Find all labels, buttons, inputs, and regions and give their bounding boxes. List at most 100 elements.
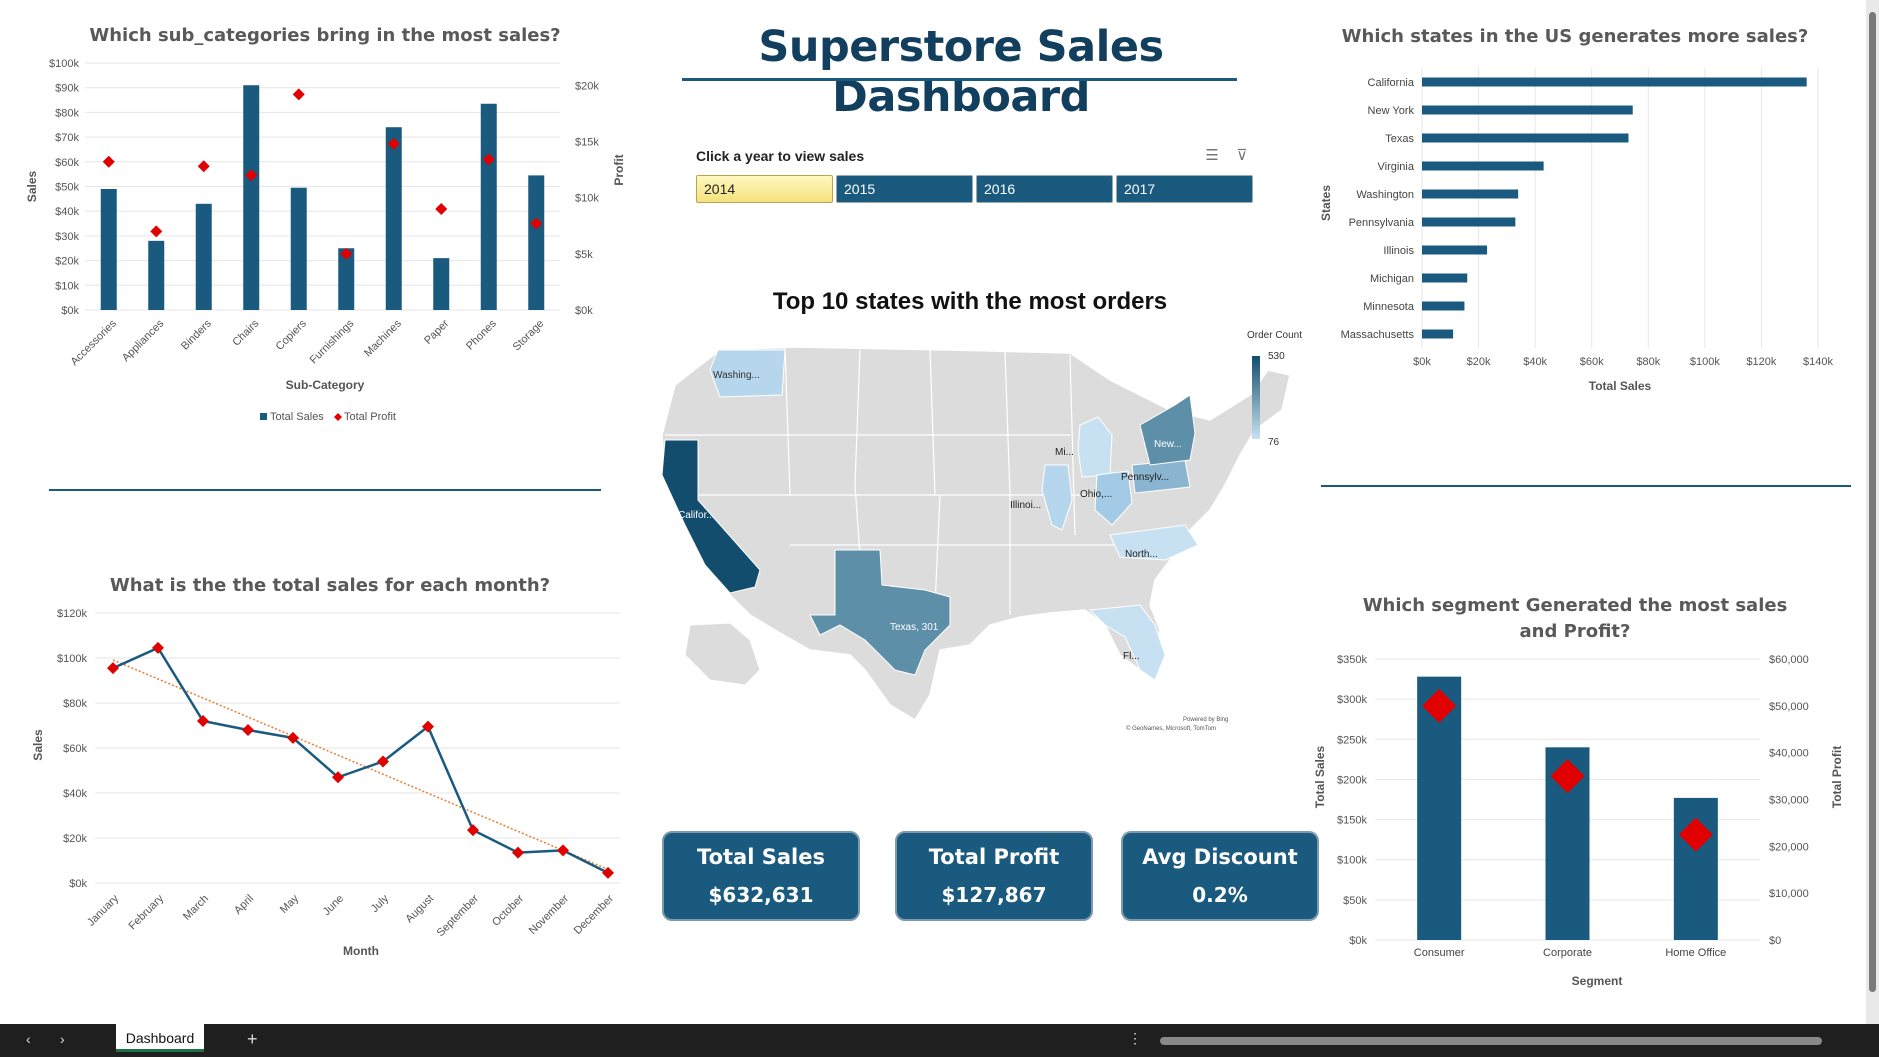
y2-tick-label: $5k: [575, 249, 593, 261]
x-tick-label: Home Office: [1665, 947, 1726, 959]
month-marker-december: [602, 866, 614, 879]
y-tick-label: Minnesota: [1363, 301, 1415, 313]
x-tick-label: Binders: [179, 317, 214, 352]
slicer-year-2016[interactable]: 2016: [976, 175, 1113, 203]
profit-marker-copiers: [292, 88, 305, 101]
x-tick-label: Storage: [511, 318, 547, 354]
map-label-california: Califor...: [678, 510, 715, 521]
bar-binders: [195, 203, 212, 310]
monthly-chart[interactable]: $0k $20k $40k $60k $80k $100k $120k January Febr…: [20, 600, 640, 965]
subcategory-chart[interactable]: $0k $10k $20k $30k $40k $50k $60k $70k $80k $90k $…: [20, 50, 650, 435]
map-legend-gradient: [1252, 356, 1260, 439]
dashboard-title: Superstore Sales Dashboard: [758, 22, 1164, 122]
kpi-avg-discount: Avg Discount 0.2%: [1121, 831, 1319, 921]
x-tick-label: Paper: [422, 317, 451, 346]
bar-phones: [480, 103, 497, 310]
states-sales-chart[interactable]: $0k $20k $40k $60k $80k $100k $120k $140k Califo…: [1318, 60, 1858, 400]
x-tick-label: $120k: [1746, 356, 1776, 368]
y-tick-label: $20k: [55, 256, 79, 268]
vertical-scrollbar[interactable]: [1866, 0, 1879, 1024]
x-tick-label: Copiers: [274, 317, 310, 353]
segment-chart[interactable]: $0k $50k $100k $150k $200k $250k $300k $350k $0 $…: [1300, 645, 1865, 995]
y2-tick-label: $0k: [575, 305, 593, 317]
x-tick-label: Consumer: [1414, 947, 1465, 959]
x-tick-label: February: [127, 892, 167, 932]
bar-virginia: [1422, 161, 1544, 171]
x-tick-label: Appliances: [120, 317, 167, 364]
y-tick-label: $40k: [63, 788, 87, 800]
kpi-discount-value: 0.2%: [1192, 883, 1248, 907]
multi-select-icon[interactable]: ☰: [1202, 146, 1222, 166]
y-tick-label: $100k: [57, 653, 87, 665]
sheet-tab-dashboard[interactable]: Dashboard: [116, 1024, 204, 1052]
kpi-discount-title: Avg Discount: [1142, 845, 1298, 869]
y-tick-label: $80k: [63, 698, 87, 710]
map-label-north-carolina: North...: [1125, 549, 1158, 560]
map-credit-geonames: © GeoNames, Microsoft, TomTom: [1126, 725, 1216, 732]
month-marker-april: [242, 724, 254, 736]
y-tick-label: $200k: [1337, 774, 1367, 786]
map-label-florida: Fl...: [1123, 651, 1140, 662]
left-divider: [49, 489, 601, 491]
y-tick-label: Massachusetts: [1341, 329, 1415, 341]
x-tick-label: August: [403, 893, 436, 926]
y-axis-label: Sales: [31, 729, 45, 761]
y-tick-label: Washington: [1356, 189, 1414, 201]
legend-profit-label: Total Profit: [344, 411, 396, 423]
sales-line: [112, 646, 609, 874]
next-sheet-icon[interactable]: ›: [60, 1031, 65, 1047]
legend-sales-label: Total Sales: [270, 411, 324, 423]
month-marker-october: [512, 846, 524, 859]
y-tick-label: $80k: [55, 107, 79, 119]
y-tick-label: $50k: [1343, 895, 1367, 907]
map-label-pennsylvania: Pennsylv...: [1121, 472, 1169, 483]
add-sheet-icon[interactable]: +: [247, 1029, 258, 1050]
map-legend-title: Order Count: [1247, 330, 1302, 341]
x-tick-label: October: [490, 892, 526, 928]
subcategory-chart-title: Which sub_categories bring in the most s…: [89, 25, 561, 46]
clear-filter-icon[interactable]: ⊽: [1232, 146, 1252, 166]
y2-tick-label: $0: [1769, 935, 1781, 947]
slicer-year-2014[interactable]: 2014: [696, 175, 833, 203]
segment-chart-title: Which segment Generated the most sales a…: [1362, 595, 1788, 642]
bar-appliances: [148, 240, 165, 310]
slicer-year-2015[interactable]: 2015: [836, 175, 973, 203]
x-tick-label: $40k: [1523, 356, 1547, 368]
bar-texas: [1422, 133, 1629, 143]
x-tick-label: $140k: [1803, 356, 1833, 368]
bar-washington: [1422, 189, 1519, 199]
slicer-year-2017[interactable]: 2017: [1116, 175, 1253, 203]
x-tick-label: June: [321, 893, 346, 918]
map-label-michigan: Mi...: [1055, 447, 1074, 458]
y-tick-label: New York: [1368, 105, 1415, 117]
x-tick-label: November: [527, 892, 572, 937]
us-states-map[interactable]: Washing... Califor... Texas, 301 New... …: [650, 325, 1310, 745]
x-axis-label: Sub-Category: [286, 378, 365, 392]
month-marker-february: [152, 641, 164, 654]
y-tick-label: $90k: [55, 83, 79, 95]
bar-california: [1422, 77, 1807, 87]
y-tick-label: $60k: [63, 743, 87, 755]
prev-sheet-icon[interactable]: ‹: [26, 1031, 31, 1047]
y2-tick-label: $50,000: [1769, 701, 1809, 713]
x-tick-label: $100k: [1690, 356, 1720, 368]
x-axis-label: Total Sales: [1589, 379, 1652, 393]
x-tick-label: April: [232, 893, 256, 917]
dashboard-sheet: Which sub_categories bring in the most s…: [0, 0, 1866, 1024]
vertical-scroll-thumb[interactable]: [1869, 12, 1876, 992]
kpi-total-sales: Total Sales $632,631: [662, 831, 860, 921]
x-tick-label: Chairs: [230, 317, 261, 348]
y-tick-label: Pennsylvania: [1349, 217, 1415, 229]
alaska-shape: [684, 622, 761, 686]
x-tick-label: July: [369, 892, 392, 915]
map-label-ohio: Ohio,...: [1080, 489, 1112, 500]
bar-massachusetts: [1422, 329, 1454, 339]
map-legend-min: 76: [1268, 437, 1280, 448]
states-chart-title: Which states in the US generates more sa…: [1341, 26, 1809, 47]
bar-copiers: [290, 187, 307, 310]
more-options-icon[interactable]: ⋮: [1128, 1030, 1142, 1047]
legend-sales-swatch: [260, 413, 267, 420]
bar-pennsylvania: [1422, 217, 1516, 227]
y-tick-label: $100k: [1337, 855, 1367, 867]
horizontal-scrollbar[interactable]: [1160, 1037, 1822, 1045]
